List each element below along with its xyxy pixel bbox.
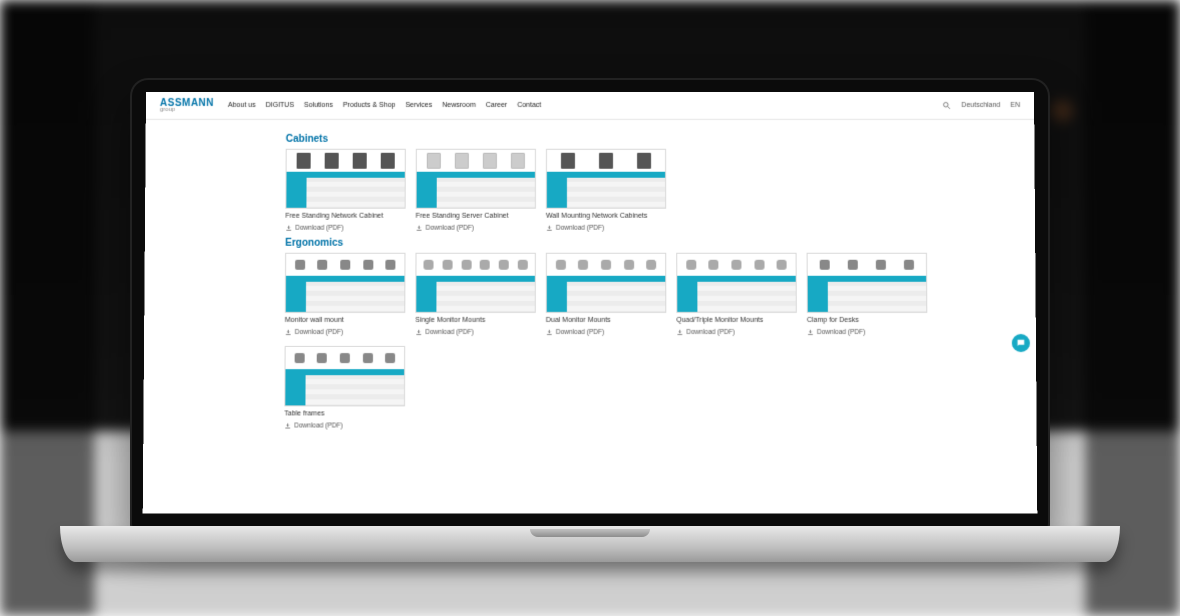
thumbnail bbox=[546, 253, 666, 313]
search-icon[interactable] bbox=[942, 101, 951, 110]
card-title: Wall Mounting Network Cabinets bbox=[546, 213, 666, 222]
section-title-cabinets: Cabinets bbox=[286, 134, 1035, 145]
nav-products[interactable]: Products & Shop bbox=[343, 102, 396, 109]
thumbnail bbox=[285, 253, 406, 313]
download-label: Download (PDF) bbox=[817, 329, 865, 336]
download-icon bbox=[676, 329, 683, 336]
page-content: Cabinets Free Standing Network Cabinet bbox=[143, 120, 1036, 430]
download-icon bbox=[546, 225, 553, 232]
card-ergo-2[interactable]: Dual Monitor Mounts Download (PDF) bbox=[546, 253, 667, 336]
card-cabinet-2[interactable]: Wall Mounting Network Cabinets Download … bbox=[546, 149, 666, 232]
laptop-bezel: ASSMANN group About us DIGITUS Solutions… bbox=[130, 78, 1050, 530]
card-ergo-4[interactable]: Clamp for Desks Download (PDF) bbox=[807, 253, 928, 336]
thumbnail bbox=[546, 149, 666, 209]
ergonomics-grid: Monitor wall mount Download (PDF) bbox=[284, 253, 1036, 430]
card-title: Single Monitor Mounts bbox=[415, 317, 536, 326]
download-link[interactable]: Download (PDF) bbox=[416, 225, 536, 232]
card-cabinet-1[interactable]: Free Standing Server Cabinet Download (P… bbox=[416, 149, 536, 232]
download-icon bbox=[284, 422, 291, 429]
cabinets-grid: Free Standing Network Cabinet Download (… bbox=[285, 149, 1035, 232]
laptop-base bbox=[60, 526, 1120, 562]
section-title-ergonomics: Ergonomics bbox=[285, 238, 1035, 249]
thumbnail bbox=[416, 149, 536, 209]
card-title: Table frames bbox=[284, 410, 405, 419]
download-link[interactable]: Download (PDF) bbox=[415, 329, 536, 336]
nav-digitus[interactable]: DIGITUS bbox=[266, 102, 294, 109]
download-link[interactable]: Download (PDF) bbox=[285, 225, 405, 232]
download-link[interactable]: Download (PDF) bbox=[546, 225, 666, 232]
nav-career[interactable]: Career bbox=[486, 102, 507, 109]
download-link[interactable]: Download (PDF) bbox=[676, 329, 797, 336]
thumbnail bbox=[415, 253, 536, 313]
download-icon bbox=[416, 225, 423, 232]
download-icon bbox=[546, 329, 553, 336]
card-ergo-1[interactable]: Single Monitor Mounts Download (PDF) bbox=[415, 253, 536, 336]
header-right: Deutschland EN bbox=[942, 101, 1020, 110]
download-link[interactable]: Download (PDF) bbox=[807, 329, 928, 336]
download-icon bbox=[285, 329, 292, 336]
download-label: Download (PDF) bbox=[556, 329, 604, 336]
download-label: Download (PDF) bbox=[295, 225, 343, 232]
thumbnail bbox=[284, 346, 405, 406]
download-icon bbox=[415, 329, 422, 336]
nav-newsroom[interactable]: Newsroom bbox=[442, 102, 475, 109]
download-icon bbox=[285, 225, 292, 232]
card-ergo-3[interactable]: Quad/Triple Monitor Mounts Download (PDF… bbox=[676, 253, 797, 336]
card-title: Monitor wall mount bbox=[285, 317, 406, 326]
section-cabinets: Cabinets Free Standing Network Cabinet bbox=[285, 134, 1035, 232]
thumbnail bbox=[807, 253, 928, 313]
download-label: Download (PDF) bbox=[294, 422, 342, 429]
laptop-screen: ASSMANN group About us DIGITUS Solutions… bbox=[143, 92, 1038, 513]
download-link[interactable]: Download (PDF) bbox=[546, 329, 667, 336]
card-title: Clamp for Desks bbox=[807, 317, 928, 326]
section-ergonomics: Ergonomics Monitor wall mount bbox=[284, 238, 1036, 430]
brand-logo[interactable]: ASSMANN group bbox=[160, 98, 214, 113]
thumbnail bbox=[285, 149, 405, 209]
card-title: Free Standing Network Cabinet bbox=[285, 213, 405, 222]
webpage: ASSMANN group About us DIGITUS Solutions… bbox=[143, 92, 1038, 513]
thumbnail bbox=[676, 253, 797, 313]
card-title: Free Standing Server Cabinet bbox=[416, 213, 536, 222]
country-selector[interactable]: Deutschland bbox=[961, 102, 1000, 109]
card-title: Quad/Triple Monitor Mounts bbox=[676, 317, 797, 326]
download-link[interactable]: Download (PDF) bbox=[285, 329, 406, 336]
primary-nav: About us DIGITUS Solutions Products & Sh… bbox=[228, 102, 541, 109]
chat-widget-icon[interactable] bbox=[1012, 334, 1030, 352]
download-label: Download (PDF) bbox=[426, 225, 474, 232]
card-title: Dual Monitor Mounts bbox=[546, 317, 666, 326]
download-label: Download (PDF) bbox=[686, 329, 734, 336]
nav-solutions[interactable]: Solutions bbox=[304, 102, 333, 109]
language-selector[interactable]: EN bbox=[1010, 102, 1020, 109]
nav-services[interactable]: Services bbox=[405, 102, 432, 109]
card-ergo-0[interactable]: Monitor wall mount Download (PDF) bbox=[285, 253, 406, 336]
card-ergo-5[interactable]: Table frames Download (PDF) bbox=[284, 346, 405, 430]
card-cabinet-0[interactable]: Free Standing Network Cabinet Download (… bbox=[285, 149, 406, 232]
laptop-mockup: ASSMANN group About us DIGITUS Solutions… bbox=[130, 78, 1050, 562]
download-icon bbox=[807, 329, 814, 336]
download-label: Download (PDF) bbox=[556, 225, 604, 232]
site-header: ASSMANN group About us DIGITUS Solutions… bbox=[146, 92, 1034, 120]
nav-contact[interactable]: Contact bbox=[517, 102, 541, 109]
download-label: Download (PDF) bbox=[425, 329, 473, 336]
download-label: Download (PDF) bbox=[295, 329, 343, 336]
download-link[interactable]: Download (PDF) bbox=[284, 422, 405, 429]
nav-about[interactable]: About us bbox=[228, 102, 256, 109]
